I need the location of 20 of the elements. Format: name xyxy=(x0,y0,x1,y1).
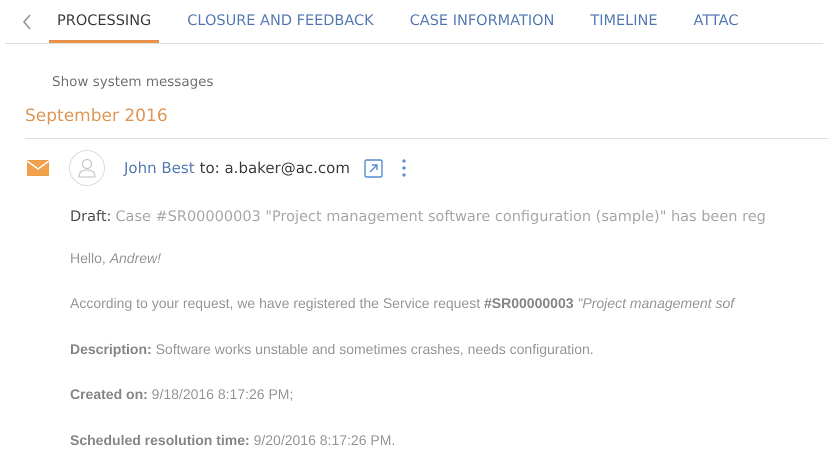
email-body-line: Created on: 9/18/2016 8:17:26 PM; xyxy=(70,386,294,402)
tab[interactable]: ATTAC xyxy=(686,0,746,43)
open-external-icon[interactable] xyxy=(364,158,383,178)
email-body-line: Description: Software works unstable and sometimes crashes, needs configuration. xyxy=(70,340,594,356)
email-body-line: According to your request, we have registered the Service request #SR00000003 "Project management sof xyxy=(70,295,734,311)
sender-link[interactable]: John Best xyxy=(124,159,195,177)
email-subject: Case #SR00000003 "Project management software configuration (sample)" has been reg xyxy=(115,209,766,225)
show-system-messages-link[interactable]: Show system messages xyxy=(52,72,214,92)
tab[interactable]: TIMELINE xyxy=(582,0,666,43)
avatar-icon xyxy=(69,150,105,186)
tab[interactable]: CASE INFORMATION xyxy=(402,0,562,43)
email-body-line: Scheduled resolution time: 9/20/2016 8:17:26 PM. xyxy=(70,432,396,448)
month-heading: September 2016 xyxy=(25,105,169,128)
tab[interactable]: CLOSURE AND FEEDBACK xyxy=(179,0,382,43)
more-options-icon[interactable] xyxy=(402,159,406,177)
envelope-icon xyxy=(27,160,49,176)
tab[interactable]: PROCESSING xyxy=(49,0,160,43)
recipient-text: to: a.baker@ac.com xyxy=(200,159,350,177)
draft-label: Draft: xyxy=(70,209,112,225)
email-body-line: Hello, Andrew! xyxy=(70,250,162,266)
